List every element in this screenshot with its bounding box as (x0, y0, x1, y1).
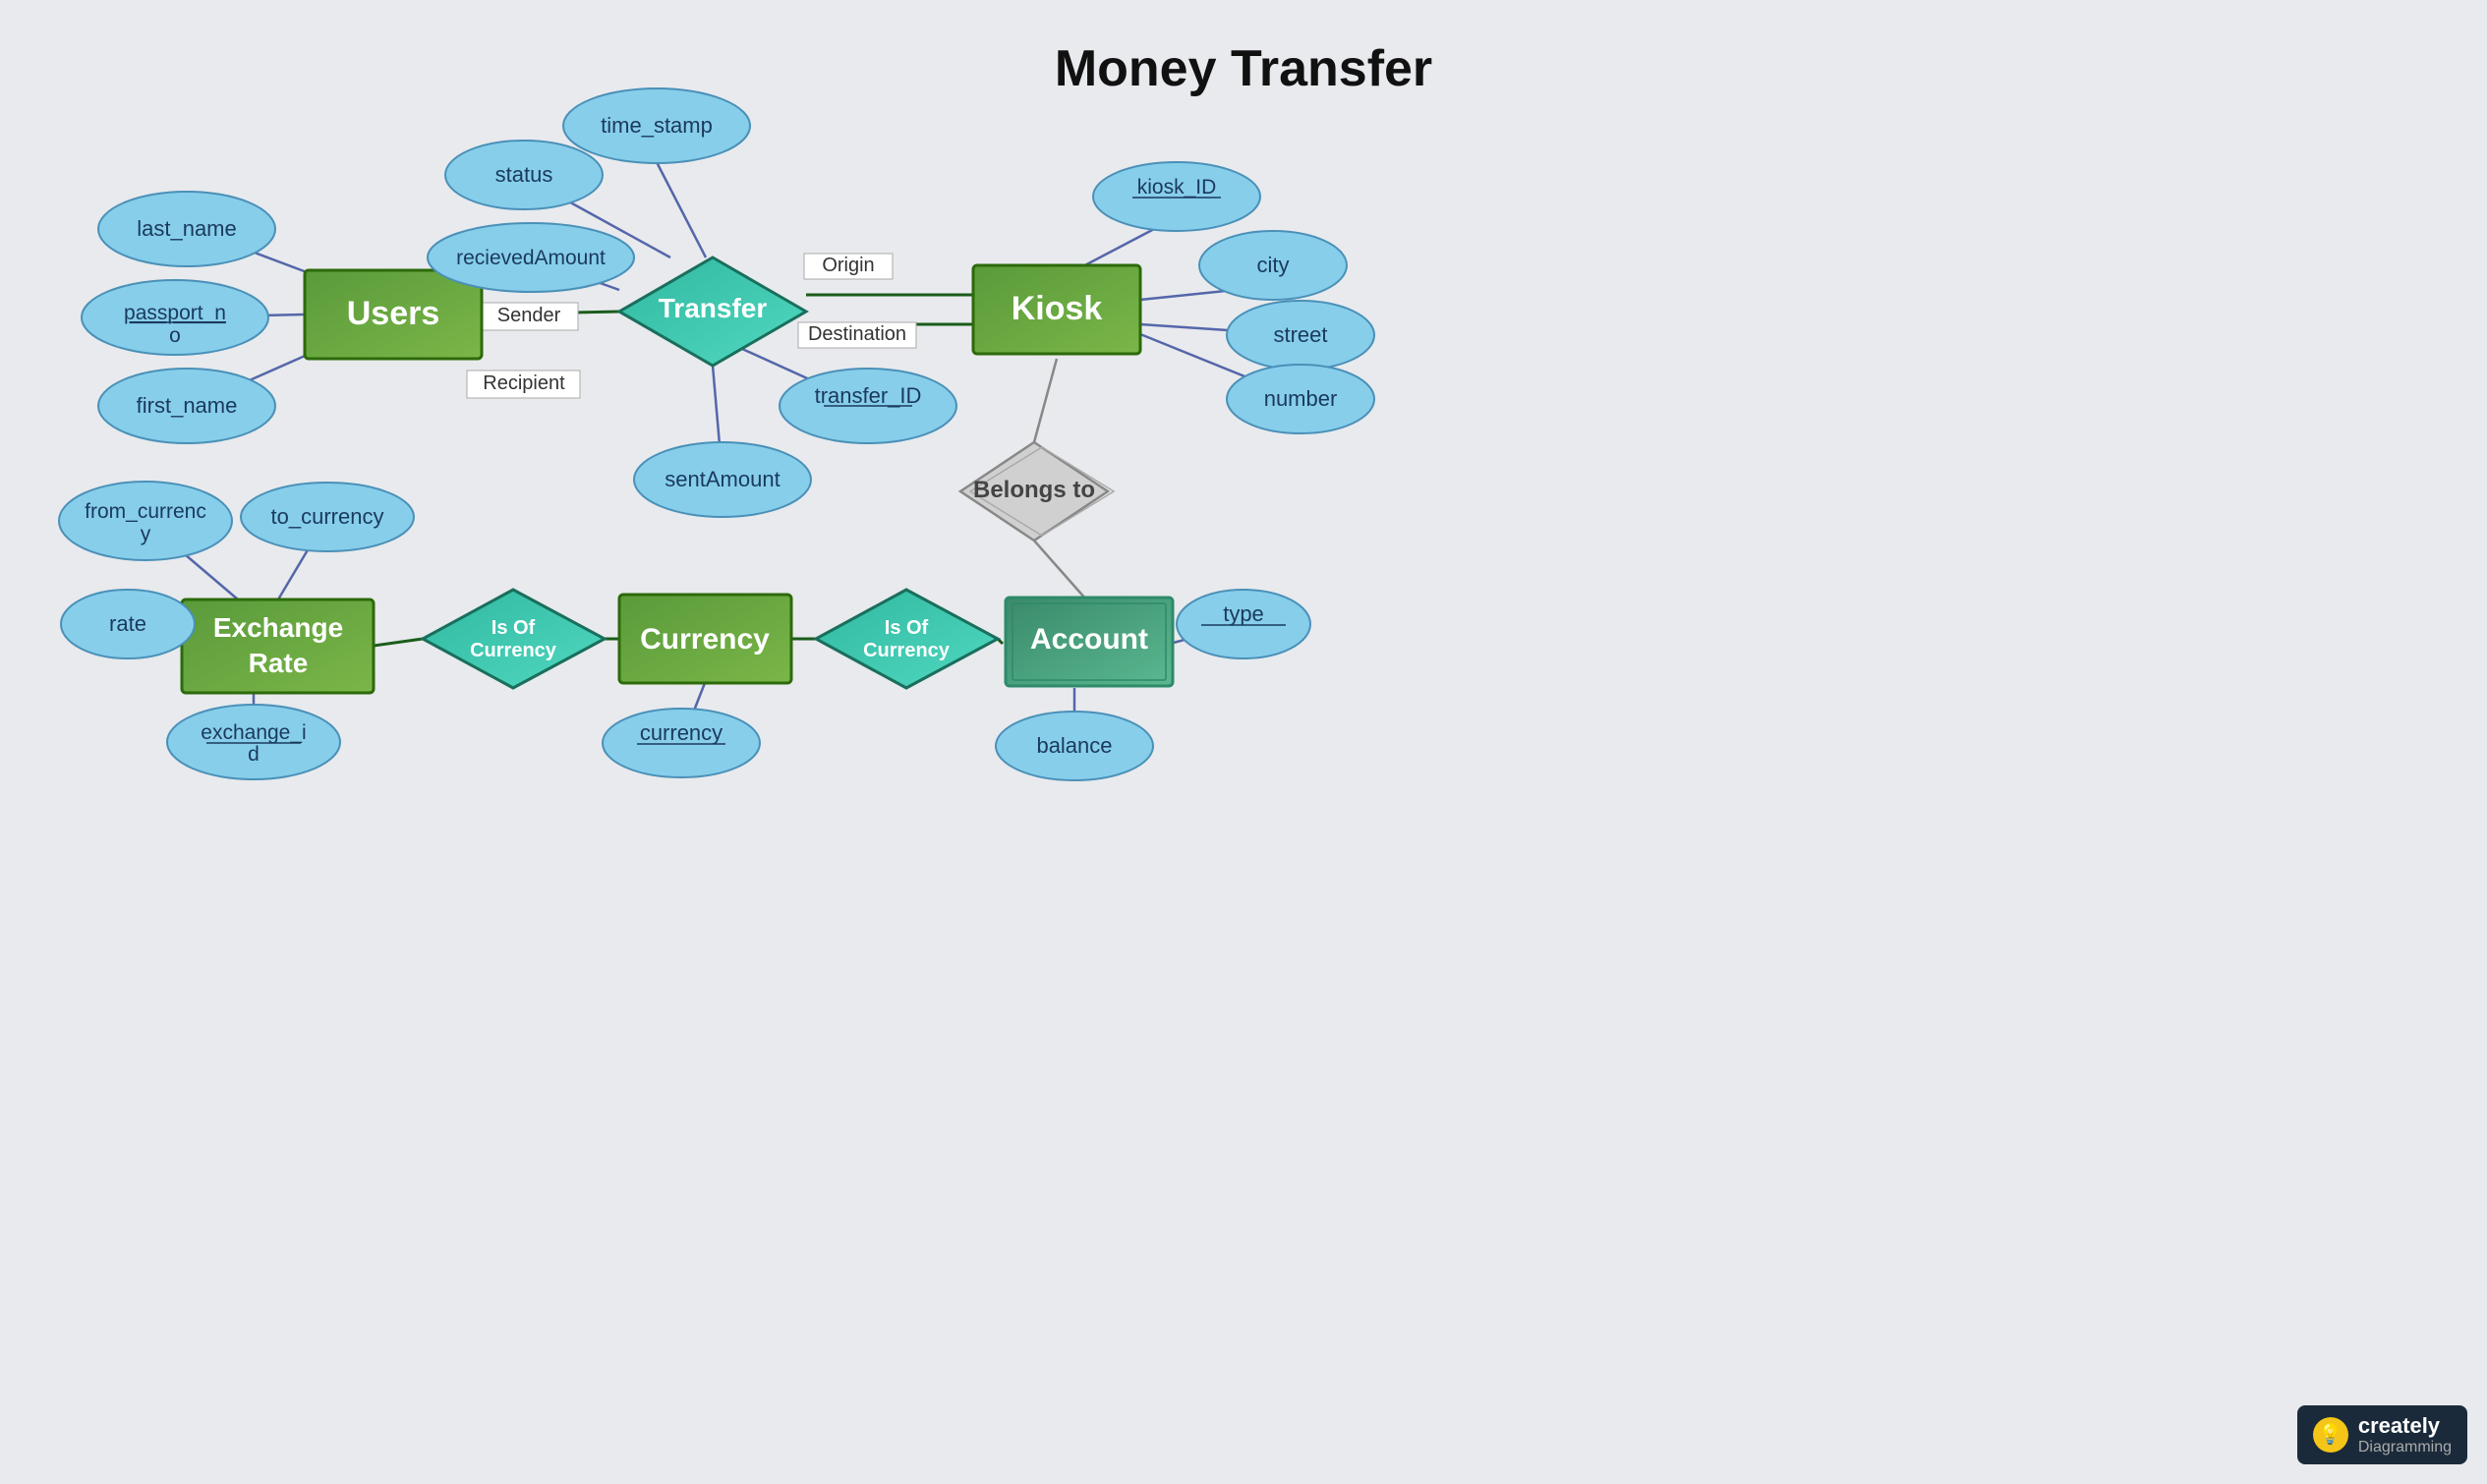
svg-text:Recipient: Recipient (483, 372, 565, 394)
svg-text:rate: rate (109, 611, 146, 636)
svg-text:Currency: Currency (863, 640, 951, 661)
svg-text:d: d (248, 743, 260, 766)
svg-text:sentAmount: sentAmount (665, 467, 780, 491)
svg-text:Account: Account (1030, 623, 1148, 656)
svg-text:Currency: Currency (470, 640, 557, 661)
svg-text:status: status (495, 162, 553, 187)
svg-text:Sender: Sender (497, 305, 561, 326)
watermark-name: creately (2358, 1413, 2452, 1439)
svg-text:to_currency: to_currency (271, 504, 384, 529)
svg-text:Rate: Rate (249, 648, 309, 678)
svg-text:last_name: last_name (137, 216, 237, 241)
svg-text:transfer_ID: transfer_ID (815, 383, 922, 408)
svg-text:Exchange: Exchange (213, 612, 343, 643)
svg-text:Belongs to: Belongs to (973, 477, 1095, 503)
svg-text:city: city (1257, 253, 1290, 277)
svg-text:Origin: Origin (822, 255, 874, 276)
diagram-container: Money Transfer (0, 0, 2487, 1484)
svg-text:Transfer: Transfer (659, 293, 768, 323)
watermark: 💡 creately Diagramming (2297, 1405, 2467, 1464)
svg-text:exchange_i: exchange_i (201, 721, 306, 744)
svg-text:recievedAmount: recievedAmount (456, 247, 606, 269)
svg-text:Is Of: Is Of (492, 617, 536, 639)
svg-text:type: type (1223, 601, 1264, 626)
diagram-svg: Sender Recipient Origin Destination User… (0, 0, 2487, 1484)
svg-text:first_name: first_name (137, 393, 238, 418)
watermark-sub: Diagramming (2358, 1439, 2452, 1456)
svg-text:Users: Users (347, 295, 440, 332)
svg-text:time_stamp: time_stamp (601, 113, 713, 138)
svg-text:currency: currency (640, 720, 723, 745)
svg-text:o: o (169, 324, 181, 347)
svg-text:from_currenc: from_currenc (85, 500, 206, 523)
svg-text:balance: balance (1036, 733, 1112, 758)
svg-text:kiosk_ID: kiosk_ID (1137, 176, 1217, 199)
svg-text:passport_n: passport_n (124, 302, 226, 324)
svg-text:Destination: Destination (808, 323, 906, 345)
svg-text:Is Of: Is Of (885, 617, 929, 639)
svg-text:number: number (1264, 386, 1338, 411)
svg-text:street: street (1273, 322, 1327, 347)
watermark-icon: 💡 (2313, 1417, 2348, 1453)
svg-text:Kiosk: Kiosk (1012, 290, 1103, 327)
svg-text:y: y (141, 523, 151, 545)
svg-text:Currency: Currency (640, 623, 770, 656)
